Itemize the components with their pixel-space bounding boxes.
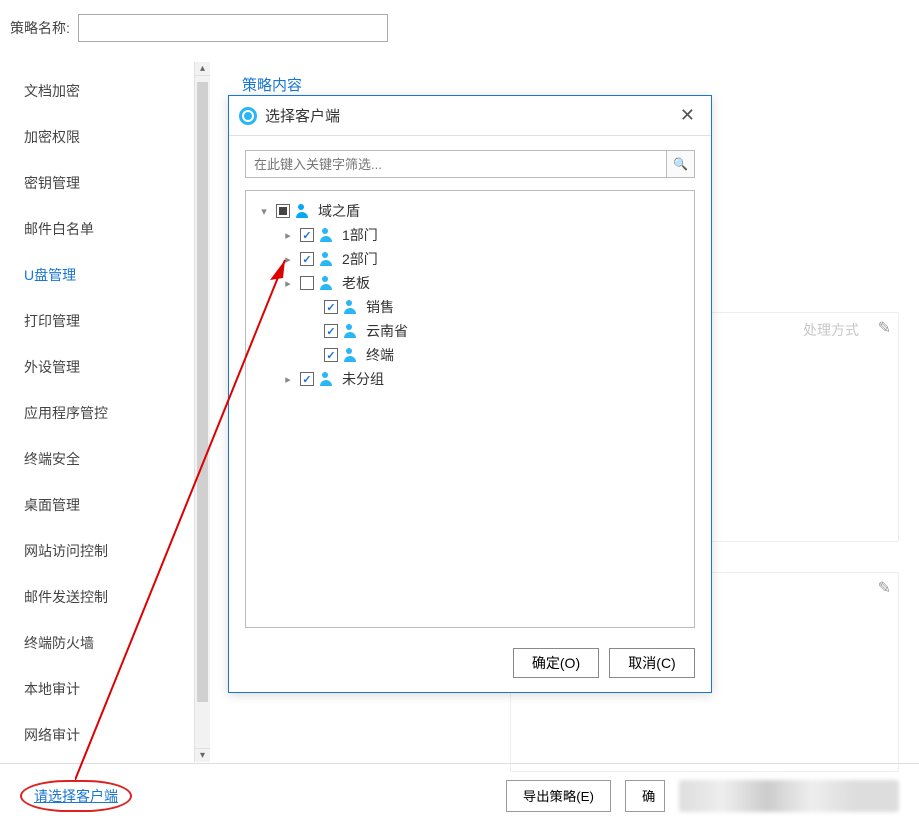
checkbox[interactable]: [300, 372, 314, 386]
tree-label: 终端: [366, 345, 394, 365]
sidebar-item-key-mgmt[interactable]: 密钥管理: [18, 160, 210, 206]
group-icon: [344, 348, 360, 362]
search-button[interactable]: 🔍: [667, 150, 695, 178]
tree-item[interactable]: ▸ 未分组: [252, 367, 688, 391]
scroll-thumb[interactable]: [197, 82, 208, 702]
checkbox-mixed[interactable]: [276, 204, 290, 218]
checkbox[interactable]: [324, 348, 338, 362]
tree-item[interactable]: ▸ 2部门: [252, 247, 688, 271]
group-icon: [320, 372, 336, 386]
tree-label: 销售: [366, 297, 394, 317]
group-icon: [320, 228, 336, 242]
close-icon[interactable]: ✕: [674, 105, 701, 126]
tree-label: 老板: [342, 273, 370, 293]
tree-item[interactable]: ▸ 1部门: [252, 223, 688, 247]
policy-name-input[interactable]: [78, 14, 388, 42]
sidebar-item-doc-security[interactable]: 文档安全: [18, 758, 210, 762]
sidebar-item-net-audit[interactable]: 网络审计: [18, 712, 210, 758]
cancel-button[interactable]: 取消(C): [609, 648, 695, 678]
tree-item[interactable]: 销售: [252, 295, 688, 319]
sidebar-item-encrypt-perm[interactable]: 加密权限: [18, 114, 210, 160]
group-icon: [344, 324, 360, 338]
tree-item[interactable]: ▸ 老板: [252, 271, 688, 295]
sidebar-item-terminal-sec[interactable]: 终端安全: [18, 436, 210, 482]
group-icon: [344, 300, 360, 314]
globe-icon: [239, 107, 257, 125]
sidebar-item-mail-whitelist[interactable]: 邮件白名单: [18, 206, 210, 252]
tree-label: 云南省: [366, 321, 408, 341]
sidebar-item-print-mgmt[interactable]: 打印管理: [18, 298, 210, 344]
search-icon: 🔍: [673, 157, 688, 171]
ok-button[interactable]: 确定(O): [513, 648, 599, 678]
sidebar-item-firewall[interactable]: 终端防火墙: [18, 620, 210, 666]
tree-item[interactable]: 终端: [252, 343, 688, 367]
dialog-title: 选择客户端: [265, 105, 674, 126]
confirm-button-partial[interactable]: 确: [625, 780, 665, 812]
policy-name-label: 策略名称:: [10, 18, 70, 38]
tree-item[interactable]: 云南省: [252, 319, 688, 343]
sidebar-item-local-audit[interactable]: 本地审计: [18, 666, 210, 712]
sidebar-item-doc-encrypt[interactable]: 文档加密: [18, 68, 210, 114]
sidebar-item-desktop-mgmt[interactable]: 桌面管理: [18, 482, 210, 528]
export-policy-button[interactable]: 导出策略(E): [506, 780, 611, 812]
sidebar-item-usb-mgmt[interactable]: U盘管理: [18, 252, 210, 298]
checkbox[interactable]: [300, 252, 314, 266]
sidebar-item-periph-mgmt[interactable]: 外设管理: [18, 344, 210, 390]
sidebar-item-app-control[interactable]: 应用程序管控: [18, 390, 210, 436]
sidebar: 文档加密 加密权限 密钥管理 邮件白名单 U盘管理 打印管理 外设管理 应用程序…: [0, 62, 210, 762]
sidebar-scrollbar[interactable]: ▴ ▾: [194, 62, 210, 762]
checkbox[interactable]: [324, 300, 338, 314]
handle-mode-label: 处理方式: [803, 320, 859, 340]
edit-icon-2[interactable]: ✎: [878, 578, 891, 598]
scroll-up-arrow[interactable]: ▴: [195, 62, 210, 76]
scroll-down-arrow[interactable]: ▾: [195, 748, 210, 762]
chevron-right-icon[interactable]: ▸: [282, 229, 294, 242]
checkbox[interactable]: [300, 228, 314, 242]
chevron-right-icon[interactable]: ▸: [282, 253, 294, 266]
tree-root[interactable]: ▾ 域之盾: [252, 199, 688, 223]
search-input[interactable]: [245, 150, 667, 178]
blurred-region: [679, 780, 899, 812]
group-icon: [320, 252, 336, 266]
edit-icon-1[interactable]: ✎: [878, 318, 891, 338]
sidebar-item-web-control[interactable]: 网站访问控制: [18, 528, 210, 574]
tree-label: 2部门: [342, 249, 378, 269]
checkbox[interactable]: [324, 324, 338, 338]
chevron-right-icon[interactable]: ▸: [282, 277, 294, 290]
tree-label: 1部门: [342, 225, 378, 245]
chevron-down-icon[interactable]: ▾: [258, 205, 270, 218]
client-tree: ▾ 域之盾 ▸ 1部门 ▸ 2部门 ▸ 老板: [245, 190, 695, 628]
sidebar-item-mail-control[interactable]: 邮件发送控制: [18, 574, 210, 620]
group-icon: [320, 276, 336, 290]
chevron-right-icon[interactable]: ▸: [282, 373, 294, 386]
tree-label: 域之盾: [318, 201, 360, 221]
group-icon: [296, 204, 312, 218]
select-clients-link[interactable]: 请选择客户端: [20, 780, 132, 812]
tree-label: 未分组: [342, 369, 384, 389]
checkbox[interactable]: [300, 276, 314, 290]
select-client-dialog: 选择客户端 ✕ 🔍 ▾ 域之盾 ▸ 1部门 ▸: [228, 95, 712, 693]
